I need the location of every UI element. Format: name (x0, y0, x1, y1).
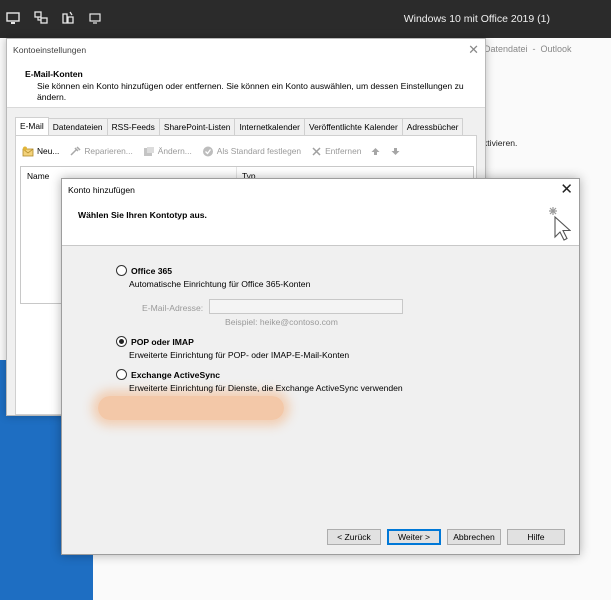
account-settings-title: Kontoeinstellungen (13, 45, 87, 55)
email-address-label: E-Mail-Adresse: (142, 303, 204, 313)
exchange-activesync-label: Exchange ActiveSync (131, 369, 221, 380)
outlook-body-text: ktivieren. (483, 138, 518, 148)
email-example-text: Beispiel: heike@contoso.com (225, 317, 338, 327)
tab-internet-calendars[interactable]: Internetkalender (234, 118, 305, 135)
choose-account-type-heading: Wählen Sie Ihren Kontotyp aus. (78, 210, 207, 220)
tab-published-calendars[interactable]: Veröffentlichte Kalender (303, 118, 403, 135)
pop-imap-option[interactable]: POP oder IMAP (116, 336, 194, 347)
pop-imap-radio[interactable] (116, 336, 127, 347)
change-icon (143, 146, 154, 156)
office365-description: Automatische Einrichtung für Office 365-… (129, 279, 311, 289)
monitor-icon[interactable] (6, 11, 20, 25)
tab-sharepoint-lists[interactable]: SharePoint-Listen (158, 118, 236, 135)
account-settings-header: E-Mail-Konten Sie können ein Konto hinzu… (7, 61, 485, 108)
move-up-button[interactable] (371, 147, 383, 156)
change-button[interactable]: Ändern... (143, 146, 192, 157)
account-settings-tabs: E-Mail Datendateien RSS-Feeds SharePoint… (15, 117, 464, 135)
arrow-up-icon (371, 147, 380, 155)
vm-toolbar: Windows 10 mit Office 2019 (1) (0, 0, 611, 38)
email-address-input[interactable] (209, 299, 403, 314)
exchange-activesync-option[interactable]: Exchange ActiveSync (116, 369, 220, 380)
settings-icon[interactable] (61, 11, 75, 25)
exchange-activesync-radio[interactable] (116, 369, 127, 380)
back-button[interactable]: < Zurück (327, 529, 381, 545)
repair-label: Reparieren... (84, 146, 133, 156)
account-settings-titlebar: Kontoeinstellungen ✕ (7, 39, 485, 61)
add-account-dialog: Konto hinzufügen ✕ Wählen Sie Ihren Kont… (61, 178, 580, 555)
move-down-button[interactable] (391, 147, 403, 156)
add-account-titlebar: Konto hinzufügen ✕ (62, 179, 579, 201)
office365-option[interactable]: Office 365 (116, 265, 172, 276)
vm-title: Windows 10 mit Office 2019 (1) (403, 13, 550, 25)
remove-button[interactable]: Entfernen (311, 146, 361, 157)
add-account-title: Konto hinzufügen (68, 185, 135, 195)
dialog-button-row: < Zurück Weiter > Abbrechen Hilfe (327, 529, 571, 545)
pop-imap-description: Erweiterte Einrichtung für POP- oder IMA… (129, 350, 350, 360)
email-accounts-heading: E-Mail-Konten (25, 69, 83, 79)
tab-rss-feeds[interactable]: RSS-Feeds (106, 118, 160, 135)
new-account-button[interactable]: Neu... (22, 146, 59, 157)
column-header-name[interactable]: Name (27, 171, 49, 181)
check-circle-icon (202, 146, 213, 156)
repair-icon (70, 145, 81, 156)
display-icon[interactable] (88, 11, 102, 25)
tab-address-books[interactable]: Adressbücher (401, 118, 464, 135)
add-account-header: Wählen Sie Ihren Kontotyp aus. (62, 201, 579, 246)
new-account-label: Neu... (37, 146, 60, 156)
close-icon[interactable]: ✕ (560, 180, 573, 198)
next-button[interactable]: Weiter > (387, 529, 441, 545)
office365-label: Office 365 (131, 265, 173, 276)
change-label: Ändern... (157, 146, 192, 156)
repair-button[interactable]: Reparieren... (69, 145, 133, 157)
outlook-title: Datendatei - Outlook (484, 44, 572, 54)
set-default-button[interactable]: Als Standard festlegen (202, 146, 301, 157)
sparkle-cursor-icon (543, 205, 572, 243)
exchange-activesync-description: Erweiterte Einrichtung für Dienste, die … (129, 383, 403, 393)
office365-radio[interactable] (116, 265, 127, 276)
accounts-toolbar: Neu... Reparieren... Ändern... Als Stand… (22, 144, 413, 158)
tab-data-files[interactable]: Datendateien (47, 118, 108, 135)
tab-email[interactable]: E-Mail (15, 117, 49, 135)
remove-label: Entfernen (325, 146, 362, 156)
set-default-label: Als Standard festlegen (216, 146, 302, 156)
close-icon[interactable]: ✕ (468, 42, 479, 58)
remove-icon (312, 146, 321, 156)
arrow-down-icon (391, 147, 400, 155)
cancel-button[interactable]: Abbrechen (447, 529, 501, 545)
email-accounts-description: Sie können ein Konto hinzufügen oder ent… (37, 81, 464, 102)
help-button[interactable]: Hilfe (507, 529, 565, 545)
new-mail-icon (22, 146, 34, 156)
network-icon[interactable] (34, 11, 48, 25)
pop-imap-label: POP oder IMAP (131, 336, 194, 347)
selection-highlight (98, 396, 284, 420)
add-account-body: Office 365 Automatische Einrichtung für … (62, 246, 579, 554)
